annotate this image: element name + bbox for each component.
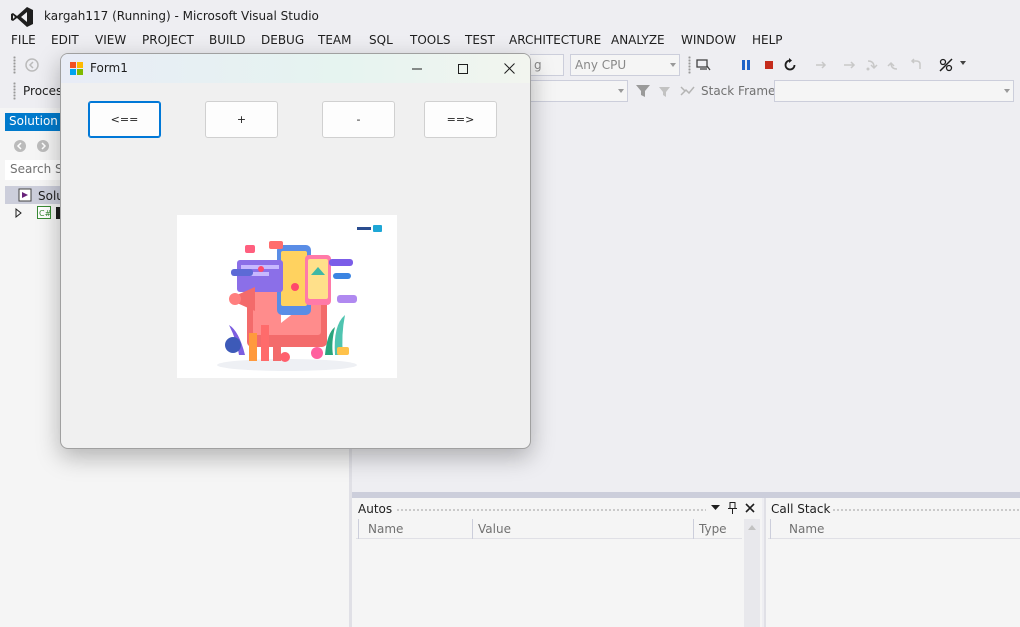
next-button[interactable]: ==> [424,101,497,138]
toolbar-overflow-icon[interactable] [960,61,966,65]
column-separator[interactable] [770,519,771,539]
remove-button[interactable]: - [322,101,395,138]
panel-grip[interactable] [832,508,1020,513]
maximize-icon [458,63,468,74]
menu-debug[interactable]: DEBUG [261,33,304,47]
show-next-statement-icon[interactable] [813,57,829,73]
menu-tools[interactable]: TOOLS [410,33,451,47]
column-separator[interactable] [693,519,694,539]
step-out-icon[interactable] [886,57,902,73]
form1-title-bar[interactable]: Form1 [61,54,530,83]
close-icon [503,63,515,74]
chevron-down-icon [1004,89,1010,93]
call-stack-column-name[interactable]: Name [789,522,824,536]
forward-icon[interactable] [36,139,50,153]
back-icon[interactable] [24,57,40,73]
close-icon[interactable] [745,503,755,513]
panel-grip[interactable] [396,508,706,513]
social-media-illustration [217,225,382,371]
call-stack-title: Call Stack [771,502,831,516]
app-title: kargah117 (Running) - Microsoft Visual S… [44,9,319,23]
form-app-icon [70,62,83,75]
autos-scrollbar[interactable] [744,519,760,627]
add-button[interactable]: + [205,101,278,138]
autos-column-value[interactable]: Value [478,522,511,536]
form1-title: Form1 [90,61,128,75]
autos-grid-header: Name Value Type [356,519,742,539]
menu-help[interactable]: HELP [752,33,783,47]
stop-icon[interactable] [761,57,777,73]
pause-icon[interactable] [738,57,754,73]
autos-panel: Autos Name Value Type [352,498,762,627]
toolbar-grip[interactable] [688,56,691,74]
flag-thread-icon[interactable] [679,83,695,99]
menu-test[interactable]: TEST [465,33,495,47]
toolbar-grip[interactable] [13,56,16,74]
chevron-down-icon [670,63,676,67]
previous-button[interactable]: <== [88,101,161,138]
scroll-up-icon[interactable] [748,525,756,530]
menu-window[interactable]: WINDOW [681,33,736,47]
minimize-button[interactable] [394,54,440,83]
minimize-icon [412,68,422,69]
solution-configuration-select[interactable]: g [530,54,564,76]
csharp-project-icon: C# [37,206,51,219]
solution-icon [18,188,32,202]
call-stack-panel: Call Stack Name [764,498,1020,627]
menu-analyze[interactable]: ANALYZE [611,33,665,47]
autos-column-type[interactable]: Type [699,522,727,536]
chevron-down-icon[interactable] [711,505,720,511]
column-separator[interactable] [358,519,359,539]
menu-sql[interactable]: SQL [369,33,393,47]
vs-title-bar: kargah117 (Running) - Microsoft Visual S… [0,0,1020,32]
autos-title: Autos [358,502,393,516]
attach-process-icon[interactable] [695,57,711,73]
call-stack-grid-header: Name [768,519,1020,539]
picture-box [177,215,397,378]
thread-select[interactable] [530,80,628,102]
menu-build[interactable]: BUILD [209,33,245,47]
visual-studio-logo-icon [11,7,33,27]
menu-bar: FILE EDIT VIEW PROJECT BUILD DEBUG TEAM … [0,32,1020,50]
step-into-icon[interactable] [864,57,880,73]
column-separator[interactable] [472,519,473,539]
toggle-breakpoints-icon[interactable] [938,57,954,73]
autos-column-name[interactable]: Name [368,522,403,536]
svg-text:C#: C# [39,209,51,218]
chevron-down-icon [618,89,624,93]
toolbar-grip[interactable] [13,82,16,100]
step-over-icon[interactable] [842,57,858,73]
menu-project[interactable]: PROJECT [142,33,194,47]
menu-team[interactable]: TEAM [318,33,351,47]
back-icon[interactable] [13,139,27,153]
close-button[interactable] [486,54,530,83]
menu-architecture[interactable]: ARCHITECTURE [509,33,601,47]
filter-icon[interactable] [635,83,651,99]
expand-arrow-icon[interactable] [15,208,23,218]
solution-platform-select[interactable]: Any CPU [570,54,680,76]
pin-icon[interactable] [728,502,737,514]
maximize-button[interactable] [440,54,486,83]
form1-window: Form1 <== + - ==> [60,53,531,449]
solution-search-input[interactable]: Search So [5,160,65,180]
menu-edit[interactable]: EDIT [51,33,79,47]
step-back-icon[interactable] [908,57,924,73]
menu-view[interactable]: VIEW [95,33,126,47]
stack-frame-label: Stack Frame: [701,84,780,98]
filter-threads-icon[interactable] [656,83,672,99]
restart-icon[interactable] [782,57,798,73]
stack-frame-select[interactable] [774,80,1014,102]
menu-file[interactable]: FILE [11,33,36,47]
